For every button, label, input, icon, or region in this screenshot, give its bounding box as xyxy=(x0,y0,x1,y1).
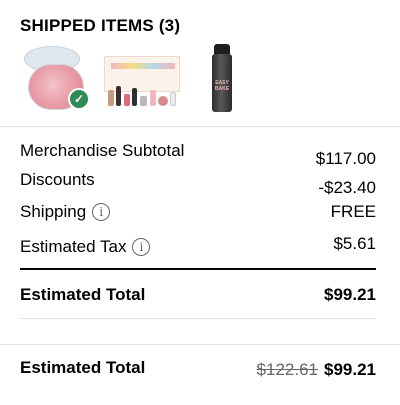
tax-label-wrap: Estimated Tax i xyxy=(20,237,151,257)
tax-label: Estimated Tax xyxy=(20,237,127,256)
product-thumbnail-powder[interactable]: ✓ xyxy=(24,42,90,114)
subtotal-value: $117.00 xyxy=(315,149,376,168)
product-thumbnail-spray[interactable]: EASY BAKE xyxy=(210,42,234,114)
total-rule xyxy=(20,268,376,270)
footer-original-value: $122.61 xyxy=(256,360,318,379)
spray-can-label: EASY BAKE xyxy=(214,80,230,92)
footer-divider xyxy=(0,344,400,345)
shipping-value: FREE xyxy=(330,202,376,221)
shipping-label: Shipping xyxy=(20,202,87,221)
clean-check-badge-icon: ✓ xyxy=(68,88,90,110)
total-label: Estimated Total xyxy=(20,285,146,304)
subtotal-label: Merchandise Subtotal xyxy=(20,141,185,160)
tax-value: $5.61 xyxy=(333,234,376,253)
divider xyxy=(20,318,376,319)
shipping-label-wrap: Shipping i xyxy=(20,202,111,222)
gift-set-items xyxy=(106,86,180,106)
footer-total-label: Estimated Total xyxy=(20,358,146,377)
tax-info-icon[interactable]: i xyxy=(132,238,151,256)
divider xyxy=(0,126,400,127)
total-value: $99.21 xyxy=(324,285,376,304)
product-thumbnails: ✓ EASY BAKE xyxy=(20,42,380,114)
spray-can-cap xyxy=(214,44,230,54)
discounts-value: -$23.40 xyxy=(318,178,376,197)
footer-total-values: $122.61 $99.21 xyxy=(257,360,376,380)
product-thumbnail-gift-set[interactable] xyxy=(104,42,182,114)
discounts-label: Discounts xyxy=(20,170,95,189)
shipping-info-icon[interactable]: i xyxy=(92,203,111,221)
section-title: SHIPPED ITEMS (3) xyxy=(20,16,181,35)
footer-total-value: $99.21 xyxy=(324,360,376,379)
